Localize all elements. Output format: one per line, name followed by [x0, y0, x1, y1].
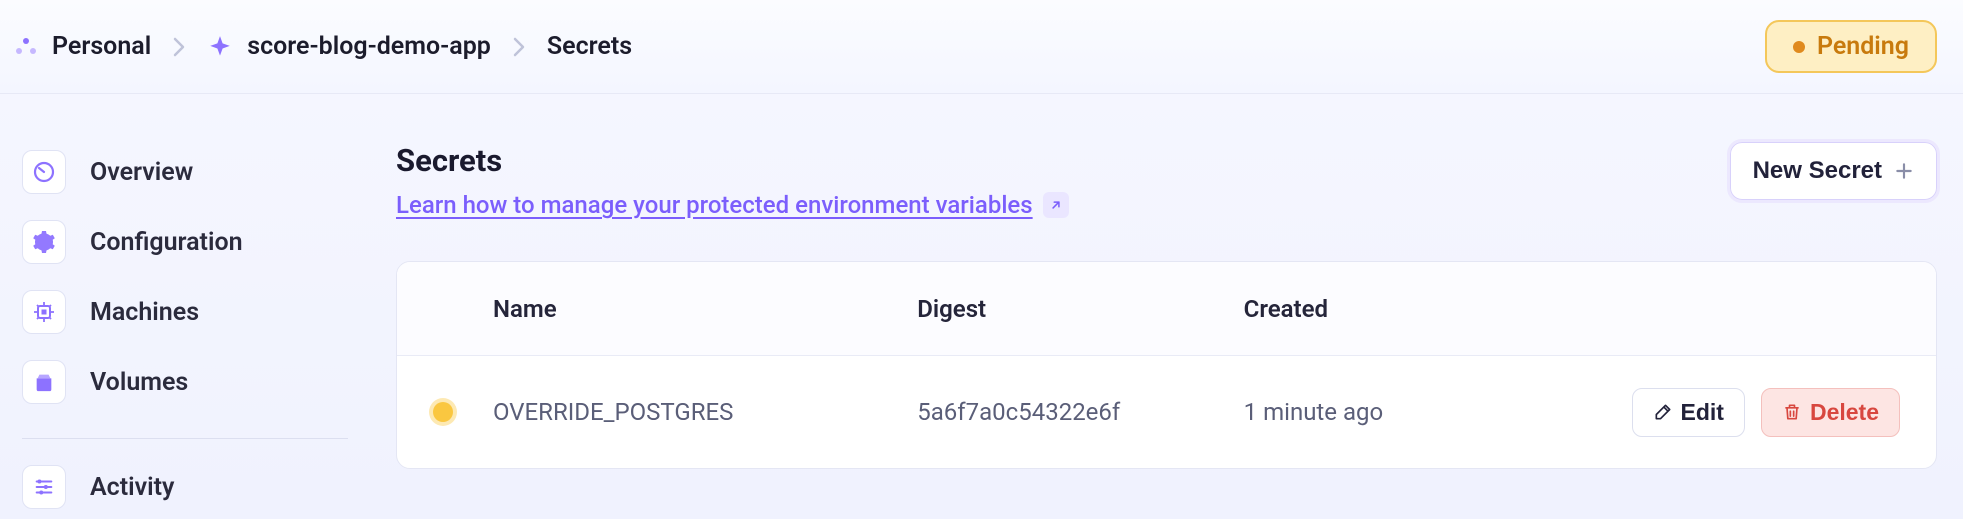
- page-body: Overview Configuration Machines: [0, 94, 1963, 519]
- edit-label: Edit: [1681, 399, 1724, 426]
- delete-label: Delete: [1810, 399, 1879, 426]
- topbar: Personal score-blog-demo-app Secrets Pen…: [0, 0, 1963, 94]
- sidebar-item-overview[interactable]: Overview: [22, 150, 348, 194]
- breadcrumb-section[interactable]: Secrets: [547, 32, 632, 61]
- table-row: OVERRIDE_POSTGRES 5a6f7a0c54322e6f 1 min…: [397, 356, 1936, 468]
- status-dot-icon: [1793, 41, 1805, 53]
- col-created: Created: [1244, 295, 1570, 323]
- col-digest: Digest: [917, 295, 1243, 323]
- new-secret-button[interactable]: New Secret: [1730, 142, 1937, 200]
- sidebar-item-label: Activity: [90, 473, 174, 502]
- activity-icon: [22, 465, 66, 509]
- status-label: Pending: [1817, 32, 1909, 61]
- edit-button[interactable]: Edit: [1632, 388, 1745, 437]
- col-name: Name: [493, 295, 917, 323]
- breadcrumb-org-label: Personal: [52, 32, 151, 61]
- sparkle-icon: [207, 34, 233, 60]
- sidebar-item-machines[interactable]: Machines: [22, 290, 348, 334]
- cpu-icon: [22, 290, 66, 334]
- help-link[interactable]: Learn how to manage your protected envir…: [396, 191, 1069, 219]
- breadcrumb-org[interactable]: Personal: [14, 32, 151, 61]
- sidebar-divider: [22, 438, 348, 439]
- new-secret-label: New Secret: [1753, 157, 1882, 185]
- external-link-icon: [1043, 192, 1069, 218]
- breadcrumb-app-label: score-blog-demo-app: [247, 32, 491, 61]
- trash-icon: [1782, 402, 1802, 422]
- help-link-text: Learn how to manage your protected envir…: [396, 191, 1033, 219]
- main-header: Secrets Learn how to manage your protect…: [396, 142, 1937, 219]
- cell-created: 1 minute ago: [1244, 398, 1570, 426]
- breadcrumb: Personal score-blog-demo-app Secrets: [14, 32, 632, 61]
- sidebar-item-volumes[interactable]: Volumes: [22, 360, 348, 404]
- breadcrumb-section-label: Secrets: [547, 32, 632, 61]
- volume-icon: [22, 360, 66, 404]
- status-badge: Pending: [1765, 20, 1937, 73]
- sidebar-item-label: Machines: [90, 298, 199, 327]
- row-actions: Edit Delete: [1570, 388, 1900, 437]
- table-header: Name Digest Created: [397, 262, 1936, 356]
- gear-icon: [22, 220, 66, 264]
- sidebar-item-label: Configuration: [90, 228, 243, 257]
- chevron-right-icon: [173, 37, 185, 57]
- edit-icon: [1653, 402, 1673, 422]
- cell-name: OVERRIDE_POSTGRES: [493, 398, 917, 426]
- gauge-icon: [22, 150, 66, 194]
- secret-status-dot-icon: [433, 402, 453, 422]
- chevron-right-icon: [513, 37, 525, 57]
- sidebar-item-activity[interactable]: Activity: [22, 465, 348, 509]
- title-block: Secrets Learn how to manage your protect…: [396, 142, 1069, 219]
- plus-icon: [1894, 161, 1914, 181]
- delete-button[interactable]: Delete: [1761, 388, 1900, 437]
- main-content: Secrets Learn how to manage your protect…: [370, 94, 1963, 519]
- sidebar-item-label: Volumes: [90, 368, 188, 397]
- sidebar: Overview Configuration Machines: [0, 94, 370, 519]
- sidebar-item-configuration[interactable]: Configuration: [22, 220, 348, 264]
- sidebar-item-label: Overview: [90, 158, 193, 187]
- secrets-table: Name Digest Created OVERRIDE_POSTGRES 5a…: [396, 261, 1937, 469]
- breadcrumb-app[interactable]: score-blog-demo-app: [207, 32, 491, 61]
- org-icon: [14, 35, 38, 59]
- page-title: Secrets: [396, 142, 1069, 179]
- cell-digest: 5a6f7a0c54322e6f: [917, 398, 1243, 426]
